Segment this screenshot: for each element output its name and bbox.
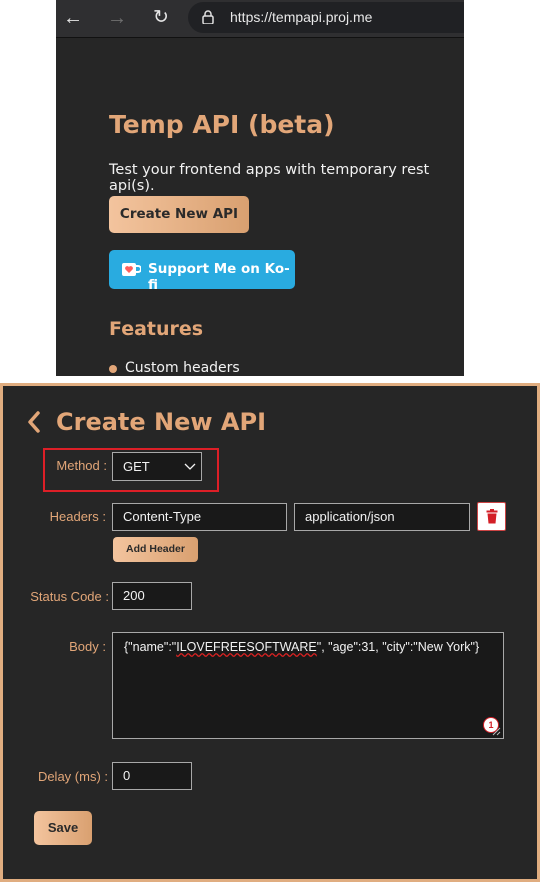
page-title: Temp API (beta) bbox=[109, 110, 335, 139]
method-label: Method : bbox=[56, 458, 107, 473]
header-key-input[interactable]: Content-Type bbox=[112, 503, 287, 531]
bullet-icon bbox=[109, 365, 117, 373]
chevron-down-icon bbox=[184, 463, 196, 470]
browser-toolbar: ← → ↻ https://tempapi.proj.me bbox=[56, 0, 464, 38]
save-button[interactable]: Save bbox=[34, 811, 92, 845]
body-text: {"name":"ILOVEFREESOFTWARE", "age":31, "… bbox=[124, 640, 479, 654]
status-code-input[interactable]: 200 bbox=[112, 582, 192, 610]
landing-page-screenshot: ← → ↻ https://tempapi.proj.me Temp API (… bbox=[56, 0, 464, 376]
kofi-support-button[interactable]: Support Me on Ko-fi bbox=[109, 250, 295, 293]
body-textarea[interactable]: {"name":"ILOVEFREESOFTWARE", "age":31, "… bbox=[112, 632, 504, 739]
address-bar[interactable]: https://tempapi.proj.me bbox=[188, 2, 464, 33]
forward-arrow-icon[interactable]: → bbox=[106, 7, 128, 29]
form-title: Create New API bbox=[56, 408, 267, 436]
reload-icon[interactable]: ↻ bbox=[150, 7, 172, 29]
back-chevron-icon[interactable] bbox=[25, 410, 43, 434]
body-label: Body : bbox=[69, 639, 106, 654]
back-arrow-icon[interactable]: ← bbox=[62, 7, 84, 29]
delay-label: Delay (ms) : bbox=[37, 769, 108, 784]
create-new-api-button[interactable]: Create New API bbox=[109, 196, 249, 233]
page-subtitle: Test your frontend apps with temporary r… bbox=[109, 162, 430, 194]
lock-icon bbox=[202, 10, 214, 24]
body-text-suffix: ", "age":31, "city":"New York"} bbox=[316, 640, 480, 654]
create-api-form-screenshot: Create New API Method : GET Headers : Co… bbox=[0, 383, 540, 882]
delay-input[interactable]: 0 bbox=[112, 762, 192, 790]
body-text-misspelled-word: ILOVEFREESOFTWARE bbox=[176, 640, 317, 654]
feature-item: Custom headers bbox=[125, 360, 240, 376]
resize-grip-icon[interactable] bbox=[492, 727, 501, 736]
header-value-input[interactable]: application/json bbox=[294, 503, 470, 531]
add-header-button[interactable]: Add Header bbox=[113, 537, 198, 562]
trash-icon bbox=[486, 509, 498, 524]
kofi-button-label: Support Me on Ko-fi bbox=[148, 261, 290, 293]
headers-label: Headers : bbox=[49, 509, 106, 524]
body-text-prefix: {"name":" bbox=[124, 640, 177, 654]
kofi-cup-icon bbox=[122, 263, 141, 276]
features-heading: Features bbox=[109, 318, 204, 340]
url-text: https://tempapi.proj.me bbox=[230, 9, 373, 25]
status-code-label: Status Code : bbox=[30, 589, 109, 604]
delete-header-button[interactable] bbox=[477, 502, 506, 531]
